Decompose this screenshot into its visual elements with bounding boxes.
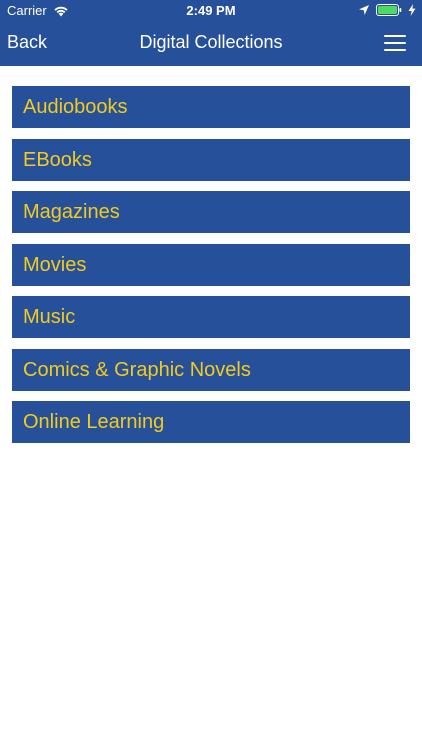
collection-item-movies[interactable]: Movies bbox=[12, 243, 410, 286]
back-button[interactable]: Back bbox=[7, 32, 47, 53]
collection-item-online-learning[interactable]: Online Learning bbox=[12, 401, 410, 443]
status-right bbox=[358, 4, 416, 16]
location-arrow-icon bbox=[358, 4, 370, 16]
collection-item-audiobooks[interactable]: Audiobooks bbox=[12, 86, 410, 128]
menu-line bbox=[384, 49, 406, 51]
status-bar: Carrier 2:49 PM bbox=[0, 0, 422, 22]
menu-line bbox=[384, 35, 406, 37]
collections-list: Audiobooks EBooks Magazines Movies Music… bbox=[12, 86, 410, 454]
collection-item-comics[interactable]: Comics & Graphic Novels bbox=[12, 348, 410, 391]
page-title: Digital Collections bbox=[139, 32, 283, 52]
battery-icon bbox=[376, 4, 402, 16]
collection-item-magazines[interactable]: Magazines bbox=[12, 191, 410, 233]
hamburger-menu-icon[interactable] bbox=[384, 35, 406, 53]
top-bar: Carrier 2:49 PM Back Digital Collections bbox=[0, 0, 422, 66]
menu-line bbox=[384, 42, 406, 44]
collection-item-music[interactable]: Music bbox=[12, 296, 410, 338]
charging-bolt-icon bbox=[408, 4, 416, 16]
collection-item-ebooks[interactable]: EBooks bbox=[12, 138, 410, 181]
navigation-bar: Back Digital Collections bbox=[0, 22, 422, 66]
